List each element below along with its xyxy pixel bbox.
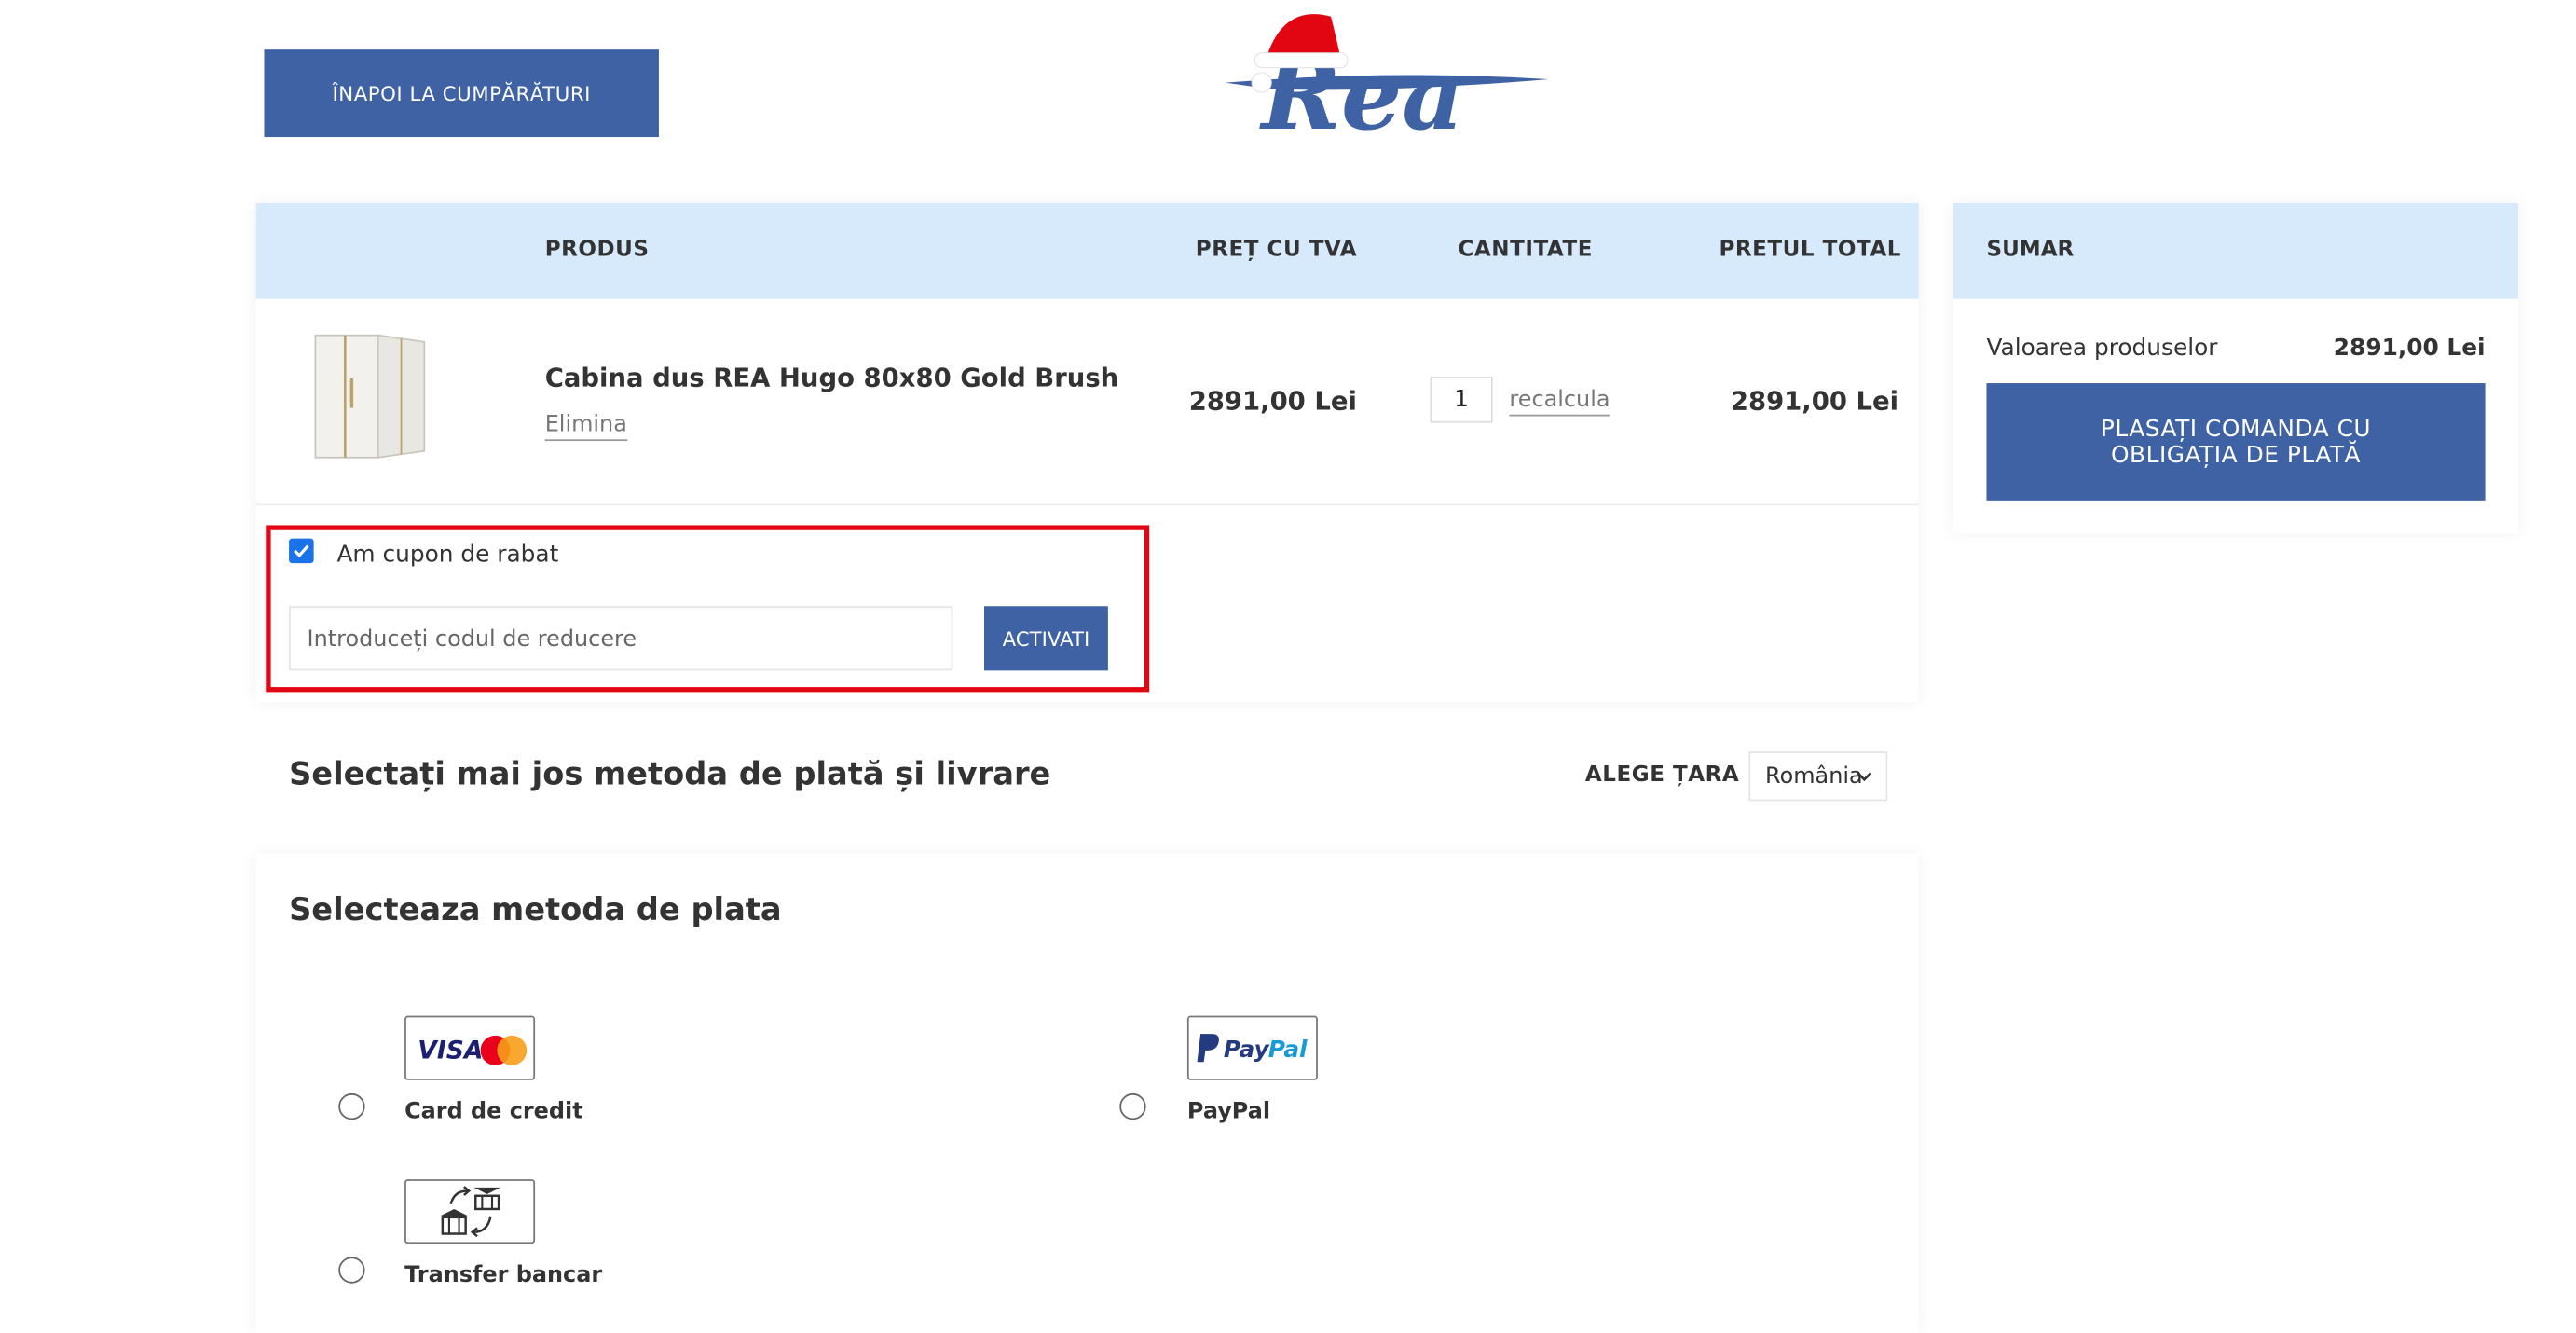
svg-text:Pal: Pal	[1267, 1035, 1307, 1062]
item-price: 2891,00 Lei	[1188, 386, 1357, 417]
column-total: PRETUL TOTAL	[1719, 238, 1902, 263]
bank-transfer-label: Transfer bancar	[404, 1261, 603, 1289]
santa-hat-brim	[1254, 52, 1349, 69]
paypal-icon[interactable]: Pay Pal	[1186, 1015, 1318, 1080]
coupon-checkbox[interactable]	[289, 538, 314, 564]
products-value-amount: 2891,00 Lei	[2333, 335, 2486, 363]
shipping-section-title: Selectați mai jos metoda de plată și liv…	[289, 756, 1051, 793]
payment-panel: Selecteaza metoda de plata VISA Card de …	[255, 854, 1919, 1333]
country-value: România	[1765, 763, 1863, 790]
payment-title: Selecteaza metoda de plata	[289, 891, 782, 928]
radio-paypal[interactable]	[1119, 1093, 1146, 1120]
chevron-down-icon	[1857, 772, 1872, 782]
product-name[interactable]: Cabina dus REA Hugo 80x80 Gold Brush	[545, 364, 1119, 393]
remove-item-link[interactable]: Elimina	[544, 411, 627, 442]
checkmark-icon	[294, 544, 309, 558]
back-to-shopping-button[interactable]: ÎNAPOI LA CUMPĂRĂTURI	[264, 49, 659, 138]
radio-card-credit[interactable]	[338, 1093, 365, 1120]
recalculate-link[interactable]: recalcula	[1509, 387, 1610, 417]
cart-header: PRODUS PREȚ CU TVA CANTITATE PRETUL TOTA…	[255, 202, 1919, 299]
row-divider	[255, 503, 1919, 506]
summary-header: SUMAR	[1953, 202, 2518, 299]
coupon-code-input[interactable]	[289, 606, 953, 671]
place-order-button[interactable]: PLASAȚI COMANDA CU OBLIGAȚIA DE PLATĂ	[1986, 383, 2486, 501]
radio-bank-transfer[interactable]	[338, 1257, 365, 1284]
paypal-label: PayPal	[1186, 1098, 1271, 1125]
coupon-label: Am cupon de rabat	[336, 542, 559, 569]
rea-logo[interactable]: Rea	[1222, 4, 1552, 139]
quantity-input[interactable]: 1	[1430, 376, 1493, 423]
page-root: ÎNAPOI LA CUMPĂRĂTURI Rea PRODUS PREȚ CU…	[0, 0, 2576, 1333]
summary-panel: SUMAR Valoarea produselor 2891,00 Lei PL…	[1953, 202, 2518, 534]
country-select[interactable]: România	[1748, 751, 1888, 802]
visa-mastercard-icon[interactable]: VISA	[404, 1015, 536, 1080]
svg-text:VISA: VISA	[417, 1036, 482, 1065]
column-quantity: CANTITATE	[1458, 238, 1593, 263]
activate-coupon-button[interactable]: ACTIVATI	[983, 606, 1108, 671]
santa-hat-pompom	[1251, 72, 1272, 93]
product-thumbnail[interactable]	[312, 329, 428, 464]
cart-panel: PRODUS PREȚ CU TVA CANTITATE PRETUL TOTA…	[255, 202, 1919, 703]
country-label: ALEGE ȚARA	[1584, 763, 1740, 789]
svg-text:Pay: Pay	[1223, 1035, 1270, 1062]
card-credit-label: Card de credit	[404, 1098, 583, 1125]
bank-transfer-icon[interactable]	[404, 1179, 536, 1244]
summary-title: SUMAR	[1986, 238, 2075, 263]
column-product: PRODUS	[544, 238, 650, 263]
column-price: PREȚ CU TVA	[1195, 238, 1358, 263]
products-value-label: Valoarea produselor	[1986, 335, 2218, 363]
item-total: 2891,00 Lei	[1730, 386, 1899, 417]
